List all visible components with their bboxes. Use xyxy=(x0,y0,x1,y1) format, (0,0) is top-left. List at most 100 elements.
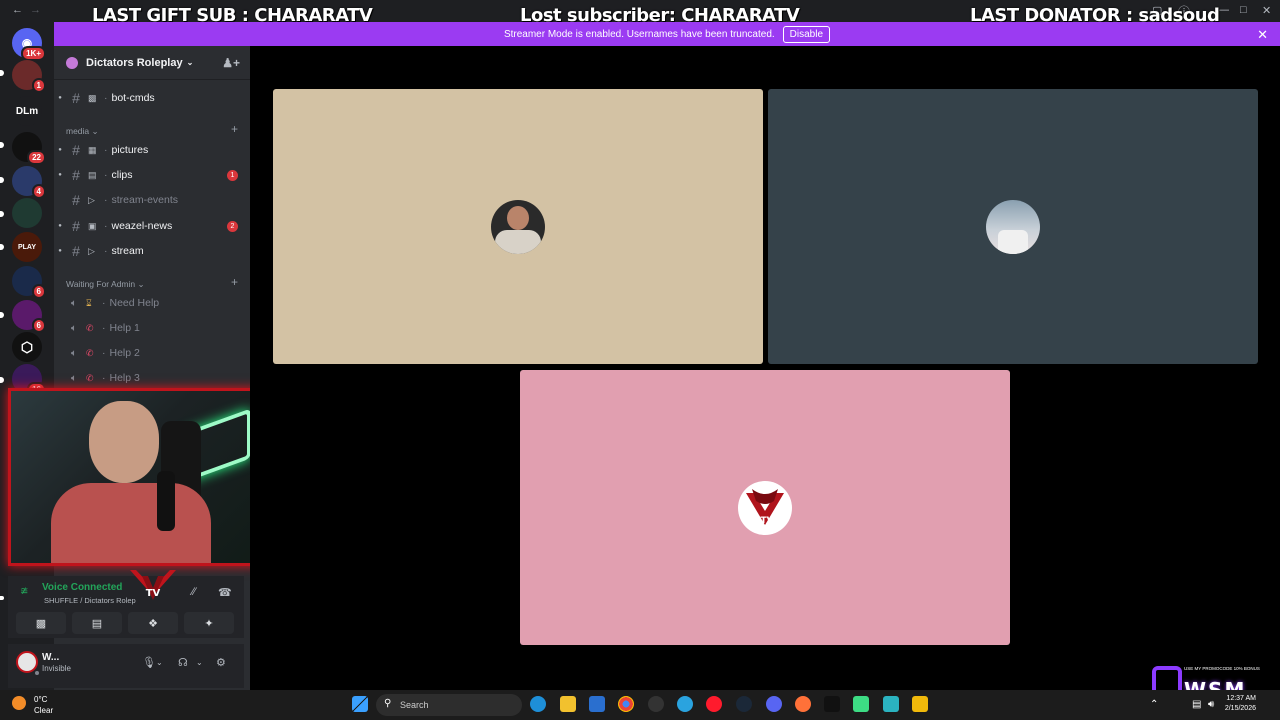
tray-chevron-icon[interactable]: ⌃ xyxy=(1150,699,1158,710)
clapper-icon: ▤ xyxy=(88,169,97,180)
channel-pictures[interactable]: ● # ▦ · pictures xyxy=(54,138,250,162)
channel-stream-events[interactable]: # ▷ · stream-events xyxy=(54,188,250,212)
guild-header[interactable]: Dictators Roleplay ⌄ ♟+ xyxy=(54,46,250,80)
back-arrow-icon[interactable]: ← xyxy=(12,4,23,16)
opera-icon[interactable] xyxy=(706,696,722,712)
capcut-icon[interactable] xyxy=(824,696,840,712)
server-icon[interactable]: 6 xyxy=(12,266,46,299)
promo-text: USE MY PROMOCODE 10% BONUS xyxy=(1184,666,1260,671)
separator-dot: · xyxy=(102,322,106,334)
category-media[interactable]: media ⌄ xyxy=(66,126,99,137)
microphone-icon[interactable]: 🎙︎ xyxy=(142,656,156,669)
home-button[interactable]: ◉ 1K+ xyxy=(12,28,46,61)
unread-pill xyxy=(0,596,4,600)
weather-widget[interactable]: 0°C Clear xyxy=(34,694,53,716)
minimize-icon[interactable]: — xyxy=(1218,4,1229,16)
create-channel-icon[interactable]: + xyxy=(231,122,238,136)
channel-stream[interactable]: ● # ▷ · stream xyxy=(54,239,250,263)
server-icon[interactable]: 1 xyxy=(12,60,46,93)
separator-dot: · xyxy=(104,169,108,181)
channel-name: pictures xyxy=(111,144,149,156)
steam-icon[interactable] xyxy=(736,696,752,712)
status-indicator xyxy=(33,669,41,677)
binance-icon[interactable] xyxy=(912,696,928,712)
app-icon[interactable] xyxy=(853,696,869,712)
banner-close-icon[interactable]: ✕ xyxy=(1257,27,1268,43)
forward-arrow-icon[interactable]: → xyxy=(30,4,41,16)
camera-icon: ▦ xyxy=(88,144,97,155)
server-icon[interactable]: DLm xyxy=(12,96,42,126)
server-icon[interactable]: 6 xyxy=(12,300,46,333)
chevron-down-icon[interactable]: ⌄ xyxy=(156,658,163,667)
soundboard-button[interactable]: ✦ xyxy=(184,612,234,634)
app-icon[interactable] xyxy=(883,696,899,712)
participant-tile[interactable] xyxy=(768,89,1258,364)
settings-gear-icon[interactable]: ⚙ xyxy=(216,656,226,669)
separator-dot: · xyxy=(104,194,108,206)
username[interactable]: W... xyxy=(42,652,59,663)
noise-suppression-icon[interactable]: ∕∕ xyxy=(192,586,196,598)
voice-channel-help-1[interactable]: 🔈︎ ✆ · Help 1 xyxy=(54,316,250,340)
system-clock[interactable]: 12:37 AM 2/15/2026 xyxy=(1225,694,1256,714)
windows-start-icon[interactable] xyxy=(352,696,368,712)
voice-channel-help-3[interactable]: 🔈︎ ✆ · Help 3 xyxy=(54,366,250,390)
channel-bot-cmds[interactable]: ● # ▩ · bot-cmds xyxy=(54,86,250,110)
mention-badge: 1 xyxy=(227,170,238,181)
voice-channel-need-help[interactable]: 🔈︎ ⌛︎ · Need Help xyxy=(54,291,250,315)
file-explorer-icon[interactable] xyxy=(560,696,576,712)
window-close-icon[interactable]: ✕ xyxy=(1262,4,1271,17)
activities-button[interactable]: ❖ xyxy=(128,612,178,634)
voice-location[interactable]: SHUFFLE / Dictators Rolep xyxy=(44,596,136,605)
participant-avatar xyxy=(986,199,1040,254)
weather-icon[interactable] xyxy=(12,696,26,710)
store-icon[interactable] xyxy=(589,696,605,712)
camera-button[interactable]: ▩ xyxy=(16,612,66,634)
hourglass-icon: ⌛︎ xyxy=(86,297,92,308)
chevron-down-icon[interactable]: ⌄ xyxy=(196,658,203,667)
category-label: media xyxy=(66,126,90,136)
edge-icon[interactable] xyxy=(530,696,546,712)
server-icon[interactable]: 22 xyxy=(12,132,46,165)
phone-icon: ✆ xyxy=(86,322,94,333)
disable-button[interactable]: Disable xyxy=(782,25,831,43)
server-icon[interactable]: ⬡ xyxy=(12,332,42,362)
disconnect-icon[interactable]: ☎ xyxy=(218,586,232,599)
network-icon[interactable]: ▤ xyxy=(1192,699,1201,710)
user-status: Invisible xyxy=(42,664,71,673)
voice-connected-label[interactable]: Voice Connected xyxy=(42,582,122,593)
voice-channel-help-2[interactable]: 🔈︎ ✆ · Help 2 xyxy=(54,341,250,365)
server-icon[interactable]: 4 xyxy=(12,166,46,199)
obs-icon[interactable] xyxy=(648,696,664,712)
channel-clips[interactable]: ● # ▤ · clips 1 xyxy=(54,163,250,187)
mention-badge: 2 xyxy=(227,221,238,232)
maximize-icon[interactable]: □ xyxy=(1240,4,1247,16)
streamer-figure xyxy=(51,401,211,563)
server-icon[interactable]: PLAY xyxy=(12,232,42,262)
chrome-icon[interactable] xyxy=(618,696,634,712)
phone-icon: ✆ xyxy=(86,372,94,383)
server-badge: 1K+ xyxy=(21,46,46,61)
participant-tile[interactable]: TV xyxy=(520,370,1010,645)
svg-text:TV: TV xyxy=(760,516,773,526)
volume-icon[interactable]: 🔊︎ xyxy=(1208,699,1214,710)
unread-dot-icon: ● xyxy=(58,95,62,101)
screen-share-button[interactable]: ▤ xyxy=(72,612,122,634)
category-waiting-for-admin[interactable]: Waiting For Admin ⌄ xyxy=(66,279,145,290)
taskbar-search[interactable]: ⚲ Search xyxy=(376,694,522,716)
headphones-icon[interactable]: ☊ xyxy=(178,656,188,669)
channel-weazel-news[interactable]: ● # ▣ · weazel-news 2 xyxy=(54,214,250,238)
invite-icon[interactable]: ♟+ xyxy=(222,56,240,70)
unread-dot-icon: ● xyxy=(58,147,62,153)
create-channel-icon[interactable]: + xyxy=(231,275,238,289)
server-badge: 4 xyxy=(31,184,46,199)
firefox-icon[interactable] xyxy=(795,696,811,712)
search-icon: ⚲ xyxy=(384,698,392,709)
server-icon[interactable] xyxy=(12,198,42,228)
telegram-icon[interactable] xyxy=(677,696,693,712)
unread-dot-icon: ● xyxy=(58,248,62,254)
discord-icon[interactable] xyxy=(766,696,782,712)
speaker-icon: 🔈︎ xyxy=(71,322,77,334)
participant-avatar xyxy=(491,199,545,254)
participant-tile[interactable] xyxy=(273,89,763,364)
voice-stage: TV xyxy=(250,46,1280,690)
